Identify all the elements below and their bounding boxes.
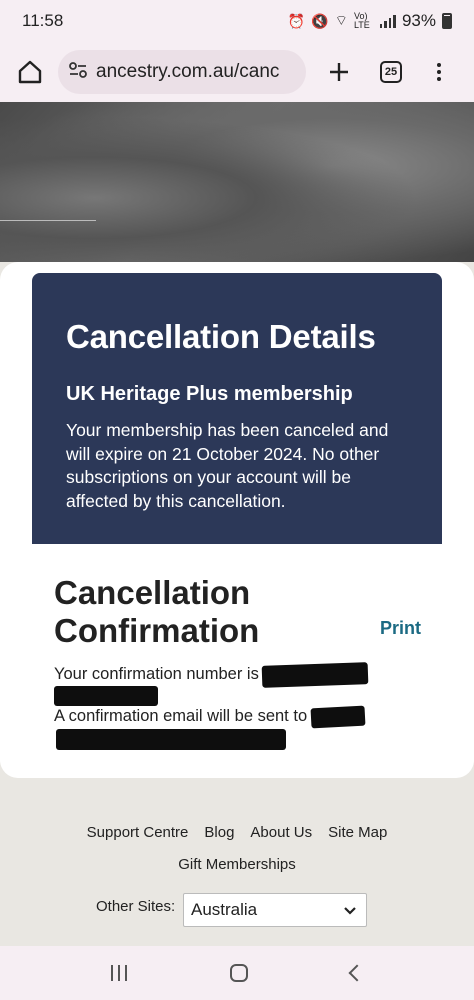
other-sites-value: Australia xyxy=(191,900,258,919)
redacted-confirmation-number xyxy=(261,662,369,688)
footer-links-row2: Gift Memberships xyxy=(0,856,474,873)
home-nav-icon[interactable] xyxy=(229,964,248,982)
network-label: Vo) LTE xyxy=(353,11,370,30)
confirmation-title: Cancellation Confirmation xyxy=(54,574,260,649)
redacted-email-2 xyxy=(56,729,286,750)
chevron-down-icon xyxy=(344,900,356,920)
membership-name: UK Heritage Plus membership xyxy=(66,383,353,405)
other-sites-label: Other Sites: xyxy=(96,898,176,915)
footer-link-support[interactable]: Support Centre xyxy=(87,824,189,841)
footer-link-blog[interactable]: Blog xyxy=(204,824,234,841)
cancellation-details-panel: Cancellation Details UK Heritage Plus me… xyxy=(32,273,442,544)
status-time: 11:58 xyxy=(22,11,64,30)
home-icon[interactable] xyxy=(12,54,48,90)
footer-links: Support Centre Blog About Us Site Map xyxy=(0,824,474,841)
details-message: Your membership has been canceled and wi… xyxy=(66,420,389,511)
redacted-confirmation-number-2 xyxy=(54,686,158,706)
footer-link-about[interactable]: About Us xyxy=(250,824,312,841)
main-card: Cancellation Details UK Heritage Plus me… xyxy=(0,262,474,778)
tabs-icon[interactable]: 25 xyxy=(380,61,402,83)
recent-apps-icon[interactable] xyxy=(111,965,128,981)
confirmation-email-label: A confirmation email will be sent to xyxy=(54,707,308,725)
system-nav-bar xyxy=(0,946,474,1000)
browser-toolbar: ancestry.com.au/canc 25 xyxy=(0,42,474,102)
status-bar: 11:58 ⏰ 🔇 ⌔ Vo) LTE 93% xyxy=(0,0,474,42)
signal-icon xyxy=(379,14,396,28)
url-text: ancestry.com.au/canc xyxy=(96,61,280,82)
site-settings-icon[interactable] xyxy=(68,61,88,84)
address-bar[interactable]: ancestry.com.au/canc xyxy=(58,50,306,94)
alarm-icon: ⏰ xyxy=(287,12,306,29)
confirmation-number-label: Your confirmation number is xyxy=(54,665,259,683)
status-icons: ⏰ 🔇 ⌔ Vo) LTE 93% xyxy=(288,11,452,31)
other-sites-select[interactable]: Australia xyxy=(183,893,367,927)
plus-icon[interactable] xyxy=(324,57,354,87)
back-icon[interactable] xyxy=(348,964,366,982)
footer-link-sitemap[interactable]: Site Map xyxy=(328,824,387,841)
more-vert-icon[interactable] xyxy=(434,63,444,81)
footer-link-gift[interactable]: Gift Memberships xyxy=(178,856,296,873)
battery-percent: 93% xyxy=(401,11,436,30)
print-link[interactable]: Print xyxy=(380,618,421,639)
wifi-icon: ⌔ xyxy=(334,12,348,28)
battery-icon xyxy=(442,13,452,29)
details-title: Cancellation Details xyxy=(66,318,376,355)
redacted-email xyxy=(310,705,366,729)
footer: Support Centre Blog About Us Site Map Gi… xyxy=(0,800,474,946)
hero-image xyxy=(0,102,474,262)
mute-icon: 🔇 xyxy=(311,12,329,29)
